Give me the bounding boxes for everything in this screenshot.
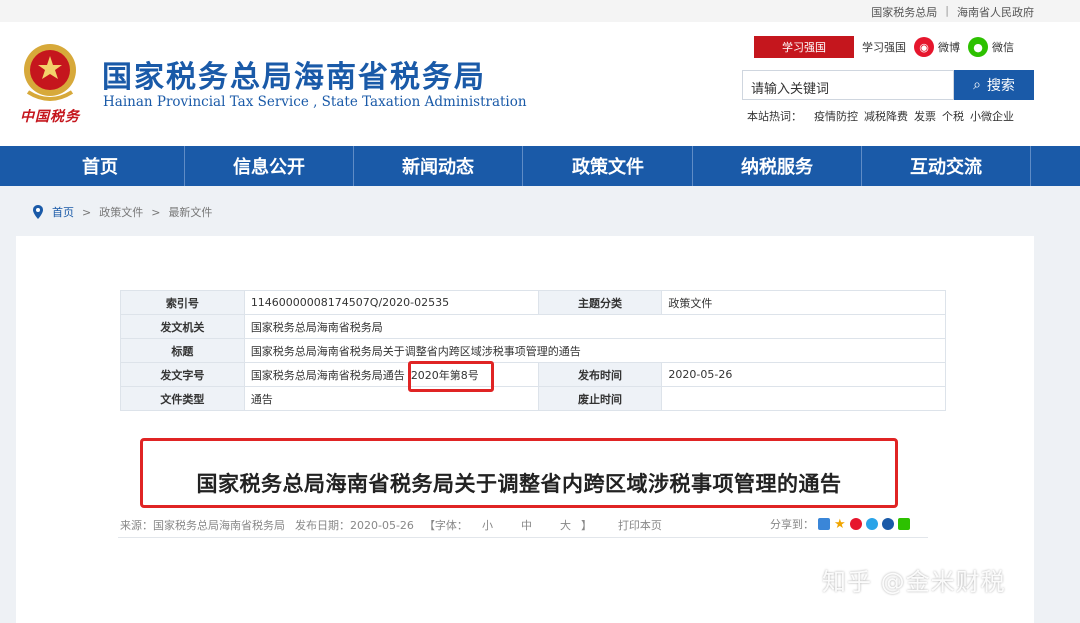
meta-label: 文件类型: [120, 386, 245, 411]
document-meta-table: 索引号 11460000008174507Q/2020-02535 主题分类 政…: [120, 290, 947, 411]
meta-value: 2020-05-26: [661, 362, 946, 387]
breadcrumb-separator: >: [82, 205, 92, 219]
table-row: 标题 国家税务总局海南省税务局关于调整省内跨区域涉税事项管理的通告: [120, 338, 947, 363]
meta-value: 通告: [243, 386, 539, 411]
divider: [118, 537, 928, 538]
meta-value: 11460000008174507Q/2020-02535: [243, 290, 539, 315]
link-sat[interactable]: 国家税务总局: [871, 4, 937, 20]
search-button[interactable]: ⌕ 搜索: [954, 70, 1034, 100]
weixin-link[interactable]: ● 微信: [968, 37, 1014, 57]
nav-home[interactable]: 首页: [16, 146, 185, 186]
article-date: 发布日期：2020-05-26: [295, 519, 414, 532]
share-favorite-icon[interactable]: ★: [834, 517, 846, 532]
hot-words-label: 本站热词：: [747, 110, 802, 123]
table-row: 文件类型 通告 废止时间: [120, 386, 946, 411]
font-size-close: 】: [580, 519, 592, 532]
breadcrumb-policy[interactable]: 政策文件: [99, 204, 143, 220]
search-button-label: 搜索: [986, 78, 1015, 94]
header: 中国税务 国家税务总局海南省税务局 Hainan Provincial Tax …: [0, 22, 1080, 146]
share-weibo-icon[interactable]: [849, 518, 862, 530]
nav-interaction[interactable]: 互动交流: [862, 146, 1031, 186]
nav-policy[interactable]: 政策文件: [524, 146, 693, 186]
search-input[interactable]: 请输入关键词: [742, 70, 954, 100]
breadcrumb-home[interactable]: 首页: [52, 204, 74, 220]
meta-label: 发布时间: [537, 362, 663, 387]
share-tencent-icon[interactable]: [865, 518, 878, 530]
hot-word[interactable]: 小微企业: [970, 108, 1014, 124]
weibo-label: 微博: [938, 41, 960, 54]
meta-value: 政策文件: [661, 290, 946, 315]
meta-label: 索引号: [120, 290, 245, 315]
breadcrumb: 首页 > 政策文件 > 最新文件: [32, 204, 212, 220]
meta-value: 国家税务总局海南省税务局关于调整省内跨区域涉税事项管理的通告: [243, 338, 947, 363]
font-size-label: 【字体：: [423, 519, 468, 532]
link-hainan-gov[interactable]: 海南省人民政府: [957, 4, 1034, 20]
nav-news[interactable]: 新闻动态: [354, 146, 523, 186]
main-nav: 首页 信息公开 新闻动态 政策文件 纳税服务 互动交流: [0, 146, 1080, 186]
site-title: 国家税务总局海南省税务局: [102, 60, 486, 95]
nav-tax-service[interactable]: 纳税服务: [693, 146, 862, 186]
xuexi-banner[interactable]: 学习强国: [754, 36, 854, 58]
share-label: 分享到：: [770, 518, 814, 531]
article-info: 来源：国家税务总局海南省税务局 发布日期：2020-05-26 【字体： 小 中…: [120, 517, 662, 533]
breadcrumb-separator: >: [151, 205, 161, 219]
hot-word[interactable]: 发票: [914, 108, 936, 124]
meta-label: 标题: [120, 338, 245, 363]
meta-value: 国家税务总局海南省税务局通告 2020年第8号: [243, 362, 539, 387]
meta-label: 发文机关: [120, 314, 245, 339]
meta-value: 国家税务总局海南省税务局: [243, 314, 947, 339]
share-bar: 分享到： ★: [770, 516, 910, 532]
top-separator: |: [945, 4, 949, 17]
wechat-icon: ●: [968, 37, 988, 57]
watermark: 知乎 @金米财税: [822, 568, 1006, 596]
hot-word[interactable]: 减税降费: [864, 108, 908, 124]
meta-label: 发文字号: [120, 362, 245, 387]
tax-emblem-icon: [24, 44, 76, 101]
table-row: 发文机关 国家税务总局海南省税务局: [120, 314, 947, 339]
site-subtitle: Hainan Provincial Tax Service , State Ta…: [103, 94, 527, 110]
weixin-label: 微信: [992, 41, 1014, 54]
emblem-caption: 中国税务: [20, 109, 80, 125]
meta-value: [661, 386, 946, 411]
docno-prefix: 国家税务总局海南省税务局通告: [250, 368, 405, 382]
top-bar: 国家税务总局 | 海南省人民政府: [0, 0, 1080, 22]
meta-label: 主题分类: [537, 290, 663, 315]
font-medium-button[interactable]: 中: [521, 517, 532, 533]
table-row: 索引号 11460000008174507Q/2020-02535 主题分类 政…: [120, 290, 946, 315]
search-icon: ⌕: [973, 77, 981, 93]
hot-word[interactable]: 个税: [942, 108, 964, 124]
share-qzone-icon[interactable]: [818, 518, 830, 530]
print-button[interactable]: 打印本页: [618, 517, 662, 533]
nav-info-public[interactable]: 信息公开: [185, 146, 354, 186]
table-row: 发文字号 国家税务总局海南省税务局通告 2020年第8号 发布时间 2020-05…: [120, 362, 946, 387]
location-pin-icon: [33, 205, 43, 219]
social-links: 学习强国 学习强国 ◉ 微博 ● 微信: [754, 36, 1014, 58]
docno-highlight-box: [408, 361, 494, 392]
top-links: 国家税务总局 | 海南省人民政府: [871, 4, 1034, 20]
xuexi-label[interactable]: 学习强国: [862, 39, 906, 55]
meta-label: 废止时间: [537, 386, 663, 411]
article-source: 来源：国家税务总局海南省税务局: [120, 519, 285, 532]
hot-word[interactable]: 疫情防控: [814, 108, 858, 124]
weibo-icon: ◉: [914, 37, 934, 57]
font-large-button[interactable]: 大: [560, 517, 571, 533]
share-renren-icon[interactable]: [881, 518, 894, 530]
share-wechat-icon[interactable]: [897, 518, 910, 530]
hot-words: 本站热词： 疫情防控 减税降费 发票 个税 小微企业: [747, 108, 1014, 124]
article-title: 国家税务总局海南省税务局关于调整省内跨区域涉税事项管理的通告: [196, 472, 842, 496]
font-small-button[interactable]: 小: [482, 517, 493, 533]
weibo-link[interactable]: ◉ 微博: [914, 37, 960, 57]
breadcrumb-latest[interactable]: 最新文件: [168, 204, 212, 220]
